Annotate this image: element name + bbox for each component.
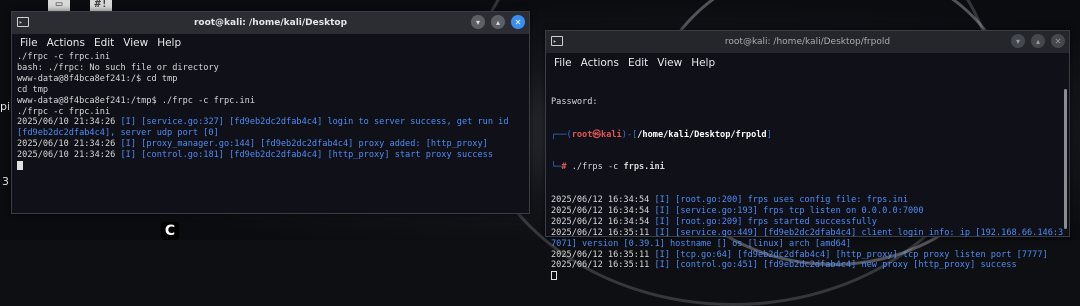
log-message: [I] [control.go:451] [fd9eb2dc2dfab4c4] …: [654, 260, 1017, 271]
log-message: [I] [tcp.go:64] [fd9eb2dc2dfab4c4] [http…: [654, 249, 1048, 260]
log-message: [I] [root.go:200] frps uses config file:…: [654, 194, 909, 205]
window-titlebar[interactable]: ▸ root@kali: /home/kali/Desktop ▾ ▴ ✕: [12, 12, 529, 34]
minimize-button[interactable]: ▾: [471, 15, 485, 29]
menu-bar: File Actions Edit View Help: [12, 34, 529, 52]
terminal-line: 2025/06/10 21:34:26 [I] [control.go:181]…: [17, 150, 524, 161]
terminal-window-left[interactable]: ▸ root@kali: /home/kali/Desktop ▾ ▴ ✕ Fi…: [11, 11, 530, 214]
maximize-button[interactable]: ▴: [491, 15, 505, 29]
terminal-line: ./frpc -c frpc.ini: [17, 107, 524, 118]
terminal-line: bash: ./frpc: No such file or directory: [17, 63, 524, 74]
menu-edit[interactable]: Edit: [628, 57, 648, 69]
window-title: root@kali: /home/kali/Desktop: [193, 18, 348, 28]
terminal-line: 2025/06/10 21:34:26 [I] [service.go:327]…: [17, 117, 524, 139]
menu-view[interactable]: View: [123, 37, 148, 49]
password-line: Password:: [551, 96, 598, 107]
terminal-line: ./frpc -c frpc.ini: [17, 52, 524, 63]
terminal-cursor: [17, 161, 524, 173]
terminal-line: 2025/06/12 16:34:54 [I] [service.go:193]…: [551, 206, 1064, 217]
terminal-line: 2025/06/12 16:34:54 [I] [root.go:209] fr…: [551, 217, 1064, 228]
maximize-button[interactable]: ▴: [1031, 34, 1045, 48]
shell-command-line: └─# ./frps -c frps.ini: [551, 162, 665, 173]
terminal-line: cd tmp: [17, 85, 524, 96]
line-text: 2025/06/10 21:34:26: [17, 139, 121, 150]
terminal-app-icon: ▸: [551, 36, 563, 46]
terminal-line: 2025/06/12 16:35:11 [I] [control.go:451]…: [551, 260, 1064, 271]
terminal-line: www-data@8f4bca8ef241:/tmp$ ./frpc -c fr…: [17, 96, 524, 107]
scrollbar[interactable]: [1064, 89, 1067, 229]
terminal-app-icon: ▸: [17, 17, 29, 27]
line-text: cd tmp: [17, 84, 49, 95]
window-title: root@kali: /home/kali/Desktop/frpold: [724, 37, 891, 47]
log-message: [I] [proxy_manager.go:144] [fd9eb2dc2dfa…: [120, 139, 488, 150]
line-text: 2025/06/12 16:35:11: [551, 227, 655, 238]
line-text: 2025/06/12 16:35:11: [551, 249, 655, 260]
line-text: 2025/06/12 16:34:54: [551, 205, 655, 216]
menu-view[interactable]: View: [657, 57, 682, 69]
menu-actions[interactable]: Actions: [47, 37, 85, 49]
menu-file[interactable]: File: [20, 37, 38, 49]
dock-app-icon[interactable]: C: [161, 222, 179, 240]
line-text: 2025/06/12 16:34:54: [551, 194, 655, 205]
terminal-output[interactable]: ./frpc -c frpc.ini bash: ./frpc: No such …: [12, 52, 529, 173]
line-text: ./frpc -c frpc.ini: [17, 106, 111, 117]
terminal-line: 2025/06/12 16:35:11 [I] [service.go:449]…: [551, 228, 1064, 250]
terminal-line: www-data@8f4bca8ef241:/$ cd tmp: [17, 74, 524, 85]
terminal-output[interactable]: Password: ┌──(root㉿kali)-[/home/kali/Des…: [546, 73, 1069, 305]
line-text: bash: ./frpc: No such file or directory: [17, 62, 219, 73]
menu-file[interactable]: File: [554, 57, 572, 69]
line-text: www-data@8f4bca8ef241:/tmp$ ./frpc -c fr…: [17, 95, 255, 106]
desktop-side-label: pi: [0, 100, 11, 113]
window-titlebar[interactable]: ▸ root@kali: /home/kali/Desktop/frpold ▾…: [546, 31, 1069, 53]
minimize-button[interactable]: ▾: [1011, 34, 1025, 48]
menu-bar: File Actions Edit View Help: [546, 53, 1069, 73]
line-text: 2025/06/12 16:34:54: [551, 216, 655, 227]
menu-help[interactable]: Help: [157, 37, 181, 49]
close-button[interactable]: ✕: [511, 15, 525, 29]
menu-help[interactable]: Help: [691, 57, 715, 69]
log-message: [I] [control.go:181] [fd9eb2dc2dfab4c4] …: [120, 150, 494, 161]
log-message: [I] [root.go:209] frps started successfu…: [654, 216, 877, 227]
terminal-line: 2025/06/12 16:35:11 [I] [tcp.go:64] [fd9…: [551, 250, 1064, 261]
terminal-line: 2025/06/10 21:34:26 [I] [proxy_manager.g…: [17, 139, 524, 150]
menu-edit[interactable]: Edit: [94, 37, 114, 49]
terminal-line: 2025/06/12 16:34:54 [I] [root.go:200] fr…: [551, 195, 1064, 206]
line-text: 2025/06/10 21:34:26: [17, 150, 121, 161]
close-button[interactable]: ✕: [1051, 34, 1065, 48]
line-text: ./frpc -c frpc.ini: [17, 52, 111, 62]
terminal-window-right[interactable]: ▸ root@kali: /home/kali/Desktop/frpold ▾…: [545, 30, 1070, 281]
line-text: www-data@8f4bca8ef241:/$ cd tmp: [17, 73, 178, 84]
terminal-cursor: [551, 271, 1064, 283]
shell-prompt: ┌──(root㉿kali)-[/home/kali/Desktop/frpol…: [551, 129, 772, 140]
line-text: 2025/06/10 21:34:26: [17, 117, 121, 128]
menu-actions[interactable]: Actions: [581, 57, 619, 69]
desktop-side-label: 3: [2, 175, 9, 188]
log-message: [I] [service.go:193] frps tcp listen on …: [654, 205, 924, 216]
line-text: 2025/06/12 16:35:11: [551, 260, 655, 271]
